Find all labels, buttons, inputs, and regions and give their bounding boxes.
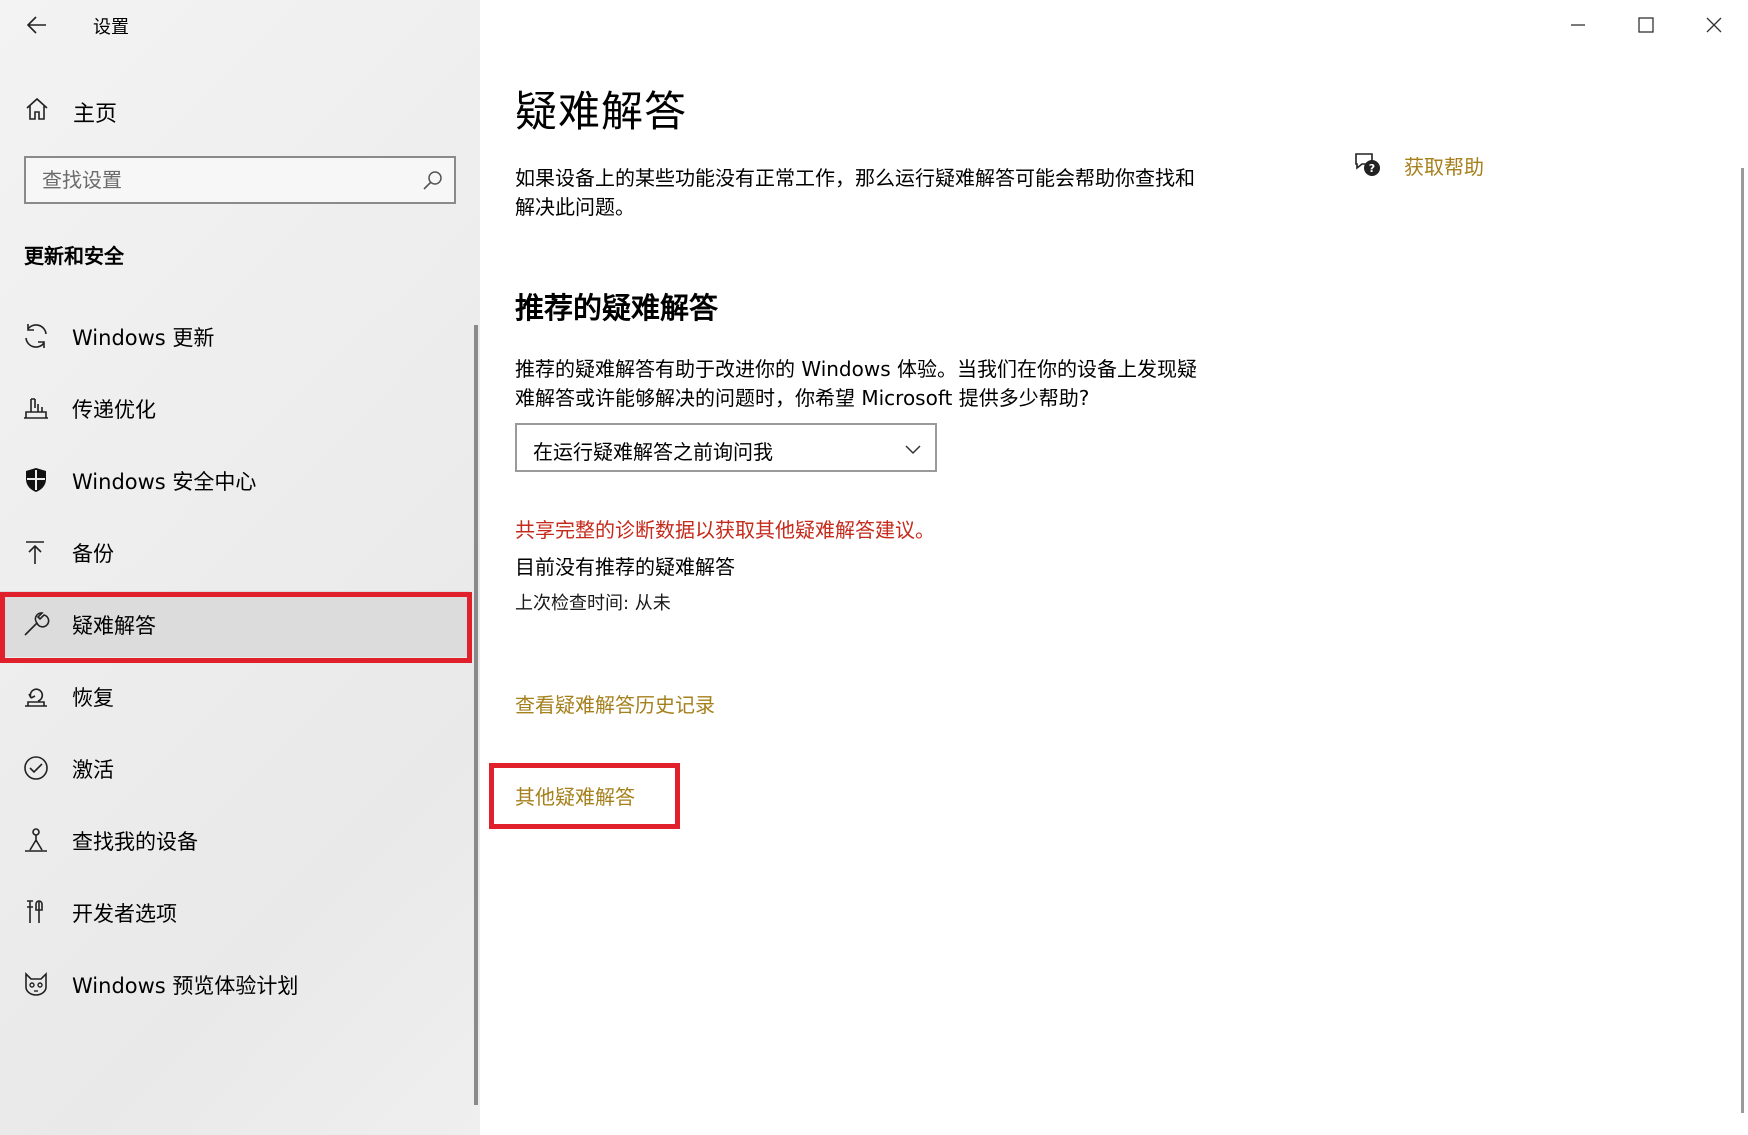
minimize-button[interactable] xyxy=(1544,0,1612,50)
intro-text: 如果设备上的某些功能没有正常工作，那么运行疑难解答可能会帮助你查找和解决此问题。 xyxy=(515,166,1195,219)
sidebar-scrollbar[interactable] xyxy=(474,325,478,1105)
sidebar-item-label: 查找我的设备 xyxy=(72,830,198,854)
window-title: 设置 xyxy=(93,17,129,38)
chevron-down-icon xyxy=(905,445,921,455)
sidebar-home[interactable]: 主页 xyxy=(0,86,480,132)
maximize-button[interactable] xyxy=(1612,0,1680,50)
sidebar-item-security[interactable]: Windows 安全中心 xyxy=(0,447,470,513)
sidebar-item-label: 恢复 xyxy=(72,686,114,710)
minimize-icon xyxy=(1571,24,1585,26)
developer-tools-icon xyxy=(27,900,43,923)
sidebar-item-find-my-device[interactable]: 查找我的设备 xyxy=(0,807,470,873)
dropdown-value: 在运行疑难解答之前询问我 xyxy=(533,440,773,464)
home-icon xyxy=(26,97,48,120)
window-controls xyxy=(1544,0,1748,50)
maximize-icon xyxy=(1638,17,1654,33)
sidebar-item-label: 疑难解答 xyxy=(72,614,156,638)
sidebar-item-label: Windows 安全中心 xyxy=(72,470,257,494)
main-content: 疑难解答 如果设备上的某些功能没有正常工作，那么运行疑难解答可能会帮助你查找和解… xyxy=(480,0,1748,1135)
insider-cat-icon xyxy=(25,972,47,996)
check-circle-icon xyxy=(24,756,48,780)
diagnostic-data-warning: 共享完整的诊断数据以获取其他疑难解答建议。 xyxy=(515,518,935,542)
backup-arrow-icon xyxy=(26,541,44,564)
sidebar-item-delivery-optimization[interactable]: 传递优化 xyxy=(0,375,470,441)
sidebar-item-troubleshoot[interactable]: 疑难解答 xyxy=(0,591,470,657)
section-title: 更新和安全 xyxy=(24,244,124,268)
sidebar-item-recovery[interactable]: 恢复 xyxy=(0,663,470,729)
sidebar-item-backup[interactable]: 备份 xyxy=(0,519,470,585)
selection-indicator xyxy=(0,605,5,643)
sidebar-item-developer[interactable]: 开发者选项 xyxy=(0,879,470,945)
home-label: 主页 xyxy=(73,102,118,127)
sidebar-item-windows-update[interactable]: Windows 更新 xyxy=(0,303,470,369)
find-device-icon xyxy=(25,828,47,852)
close-icon xyxy=(1706,17,1722,33)
recommended-heading: 推荐的疑难解答 xyxy=(515,291,719,325)
sidebar: 设置 主页 更新和安全 Windows 更新 传递优化 W xyxy=(0,0,480,1135)
troubleshoot-history-link[interactable]: 查看疑难解答历史记录 xyxy=(515,689,715,718)
get-help-label: 获取帮助 xyxy=(1404,154,1484,179)
search-box xyxy=(24,156,456,204)
sidebar-item-label: 备份 xyxy=(72,542,114,566)
last-check-time: 上次检查时间: 从未 xyxy=(515,593,671,614)
help-chat-icon: ? xyxy=(1355,153,1380,176)
search-icon[interactable] xyxy=(422,170,444,192)
refresh-icon xyxy=(25,324,47,348)
sidebar-item-label: Windows 更新 xyxy=(72,326,215,350)
sidebar-item-label: 开发者选项 xyxy=(72,902,177,926)
recommended-description: 推荐的疑难解答有助于改进你的 Windows 体验。当我们在你的设备上发现疑难解… xyxy=(515,357,1197,410)
delivery-optimization-icon xyxy=(24,398,48,419)
recovery-icon xyxy=(25,688,47,707)
recommendation-level-dropdown[interactable]: 在运行疑难解答之前询问我 xyxy=(515,423,937,472)
sidebar-item-activation[interactable]: 激活 xyxy=(0,735,470,801)
other-troubleshooters-link[interactable]: 其他疑难解答 xyxy=(515,781,635,810)
no-recommendations-text: 目前没有推荐的疑难解答 xyxy=(515,555,735,579)
search-input[interactable] xyxy=(26,158,406,202)
page-title: 疑难解答 xyxy=(515,87,688,136)
shield-icon xyxy=(26,468,46,492)
svg-text:?: ? xyxy=(1369,162,1375,175)
main-scrollbar[interactable] xyxy=(1741,168,1744,1113)
close-button[interactable] xyxy=(1680,0,1748,50)
back-arrow-icon xyxy=(26,16,46,34)
sidebar-item-label: 激活 xyxy=(72,758,114,782)
sidebar-item-label: Windows 预览体验计划 xyxy=(72,974,299,998)
sidebar-item-label: 传递优化 xyxy=(72,398,156,422)
get-help-link[interactable]: ? 获取帮助 xyxy=(1352,150,1484,180)
back-button[interactable] xyxy=(20,8,54,42)
wrench-icon xyxy=(24,612,50,636)
sidebar-item-insider[interactable]: Windows 预览体验计划 xyxy=(0,951,470,1017)
